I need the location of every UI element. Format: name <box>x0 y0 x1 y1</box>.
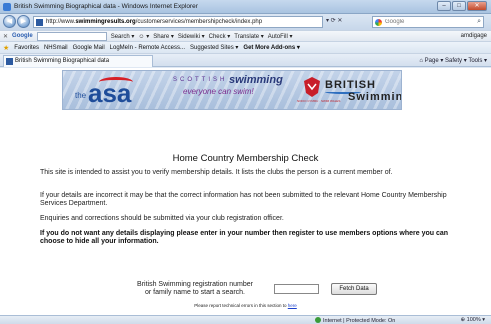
favorites-star-icon[interactable]: ★ <box>3 44 9 52</box>
tab-favicon-icon <box>6 58 13 65</box>
url-text[interactable]: http://www.swimmingresults.org/customers… <box>46 19 262 25</box>
registration-number-input[interactable] <box>274 284 319 294</box>
maximize-button[interactable]: □ <box>452 1 466 11</box>
swim-wales-text: NOFIO CYMRU · SWIM WALES <box>297 99 341 103</box>
search-form-label-line2: or family name to start a search. <box>145 289 245 296</box>
google-toolbar: ✕ Google Search ▾ ☺ ▾ Share ▾ Sidewiki ▾… <box>0 30 491 42</box>
safety-menu[interactable]: Safety ▾ <box>445 58 467 64</box>
toolbar-account[interactable]: amdigage <box>461 33 491 39</box>
scottish-swimming-tagline: everyone can swim! <box>183 87 254 96</box>
favorites-bar: ★ Favorites NHSmail Google Mail LogMeIn … <box>0 42 491 54</box>
address-row: ◀ ▶ http://www.swimmingresults.org/custo… <box>0 14 491 30</box>
tab-title: British Swimming Biographical data <box>15 58 110 64</box>
intro-paragraph: This site is intended to assist you to v… <box>40 169 393 176</box>
ie-app-icon <box>3 3 11 11</box>
close-button[interactable]: ✕ <box>467 1 487 11</box>
toolbar-translate-button[interactable]: Translate ▾ <box>234 33 263 40</box>
search-form-label: British Swimming registration number or … <box>120 281 270 297</box>
swim-wales-crest-icon <box>304 77 320 97</box>
toolbar-autofill-button[interactable]: AutoFill ▾ <box>268 33 293 40</box>
search-input[interactable] <box>373 17 463 27</box>
favorite-google-mail[interactable]: Google Mail <box>73 45 105 51</box>
favorite-get-addons[interactable]: Get More Add-ons ▾ <box>243 44 299 51</box>
toolbar-share-button[interactable]: Share ▾ <box>153 33 174 40</box>
search-magnifier-icon[interactable]: ⌕ <box>477 18 481 26</box>
page-title: Home Country Membership Check <box>172 153 319 164</box>
tab-british-swimming[interactable]: British Swimming Biographical data <box>3 55 153 67</box>
site-favicon-icon <box>36 19 43 26</box>
scottish-swimming-word: swimming <box>229 74 283 86</box>
search-box[interactable]: ⌕ <box>372 16 484 28</box>
toolbar-search-button[interactable]: Search ▾ <box>111 33 135 40</box>
home-icon[interactable]: ⌂ <box>419 58 423 64</box>
report-errors-note: Please report technical errors in this s… <box>0 303 491 308</box>
window-title-bar: British Swimming Biographical data - Win… <box>0 0 491 14</box>
favorite-suggested-sites[interactable]: Suggested Sites ▾ <box>190 44 238 51</box>
privacy-paragraph: If you do not want any details displayin… <box>40 230 449 245</box>
google-search-provider-icon <box>375 19 382 26</box>
favorite-nhsmail[interactable]: NHSmail <box>44 45 68 51</box>
google-toolbar-logo: Google <box>12 33 33 39</box>
enquiries-paragraph: Enquiries and corrections should be subm… <box>40 215 284 222</box>
tab-row: British Swimming Biographical data ⌂ Pag… <box>0 54 491 67</box>
asa-logo-the: the <box>75 91 87 100</box>
search-form-label-line1: British Swimming registration number <box>137 281 253 288</box>
window-controls: – □ ✕ <box>437 1 487 11</box>
report-errors-link[interactable]: here <box>288 303 297 308</box>
favorite-logmein[interactable]: LogMeIn - Remote Access... <box>110 45 185 51</box>
window-title: British Swimming Biographical data - Win… <box>14 3 198 10</box>
address-bar[interactable]: http://www.swimmingresults.org/customers… <box>33 16 323 28</box>
toolbar-check-button[interactable]: Check ▾ <box>209 33 231 40</box>
minimize-button[interactable]: – <box>437 1 451 11</box>
address-bar-actions[interactable]: ▾ ⟳ ✕ <box>326 17 342 24</box>
toolbar-sidewiki-button[interactable]: Sidewiki ▾ <box>178 33 205 40</box>
toolbar-close-icon[interactable]: ✕ <box>3 33 8 40</box>
command-bar: ⌂ Page ▾ Safety ▾ Tools ▾ <box>419 57 487 64</box>
page-menu[interactable]: Page ▾ <box>425 58 444 64</box>
incorrect-details-paragraph: If your details are incorrect it may be … <box>40 192 447 207</box>
zoom-level[interactable]: ⊕ 100% ▾ <box>461 317 486 323</box>
favorites-button[interactable]: Favorites <box>14 45 39 51</box>
security-zone-text: Internet | Protected Mode: On <box>323 318 396 324</box>
forward-button[interactable]: ▶ <box>17 15 30 28</box>
tools-menu[interactable]: Tools ▾ <box>468 58 487 64</box>
internet-zone-globe-icon <box>315 317 321 323</box>
security-zone[interactable]: Internet | Protected Mode: On <box>315 317 395 324</box>
british-swimming-swimming: Swimming <box>348 91 401 103</box>
site-banner: the asa SCOTTISH swimming everyone can s… <box>62 70 402 110</box>
status-bar: Internet | Protected Mode: On ⊕ 100% ▾ <box>0 315 491 324</box>
asa-logo: asa <box>88 78 132 108</box>
back-button[interactable]: ◀ <box>3 15 16 28</box>
scottish-swimming-label: SCOTTISH <box>173 77 228 83</box>
google-toolbar-search-field[interactable] <box>36 31 107 41</box>
report-errors-text: Please report technical errors in this s… <box>194 303 287 308</box>
fetch-data-button[interactable]: Fetch Data <box>331 283 377 295</box>
toolbar-smiley-button[interactable]: ☺ ▾ <box>138 33 149 40</box>
page-content: the asa SCOTTISH swimming everyone can s… <box>0 68 491 315</box>
